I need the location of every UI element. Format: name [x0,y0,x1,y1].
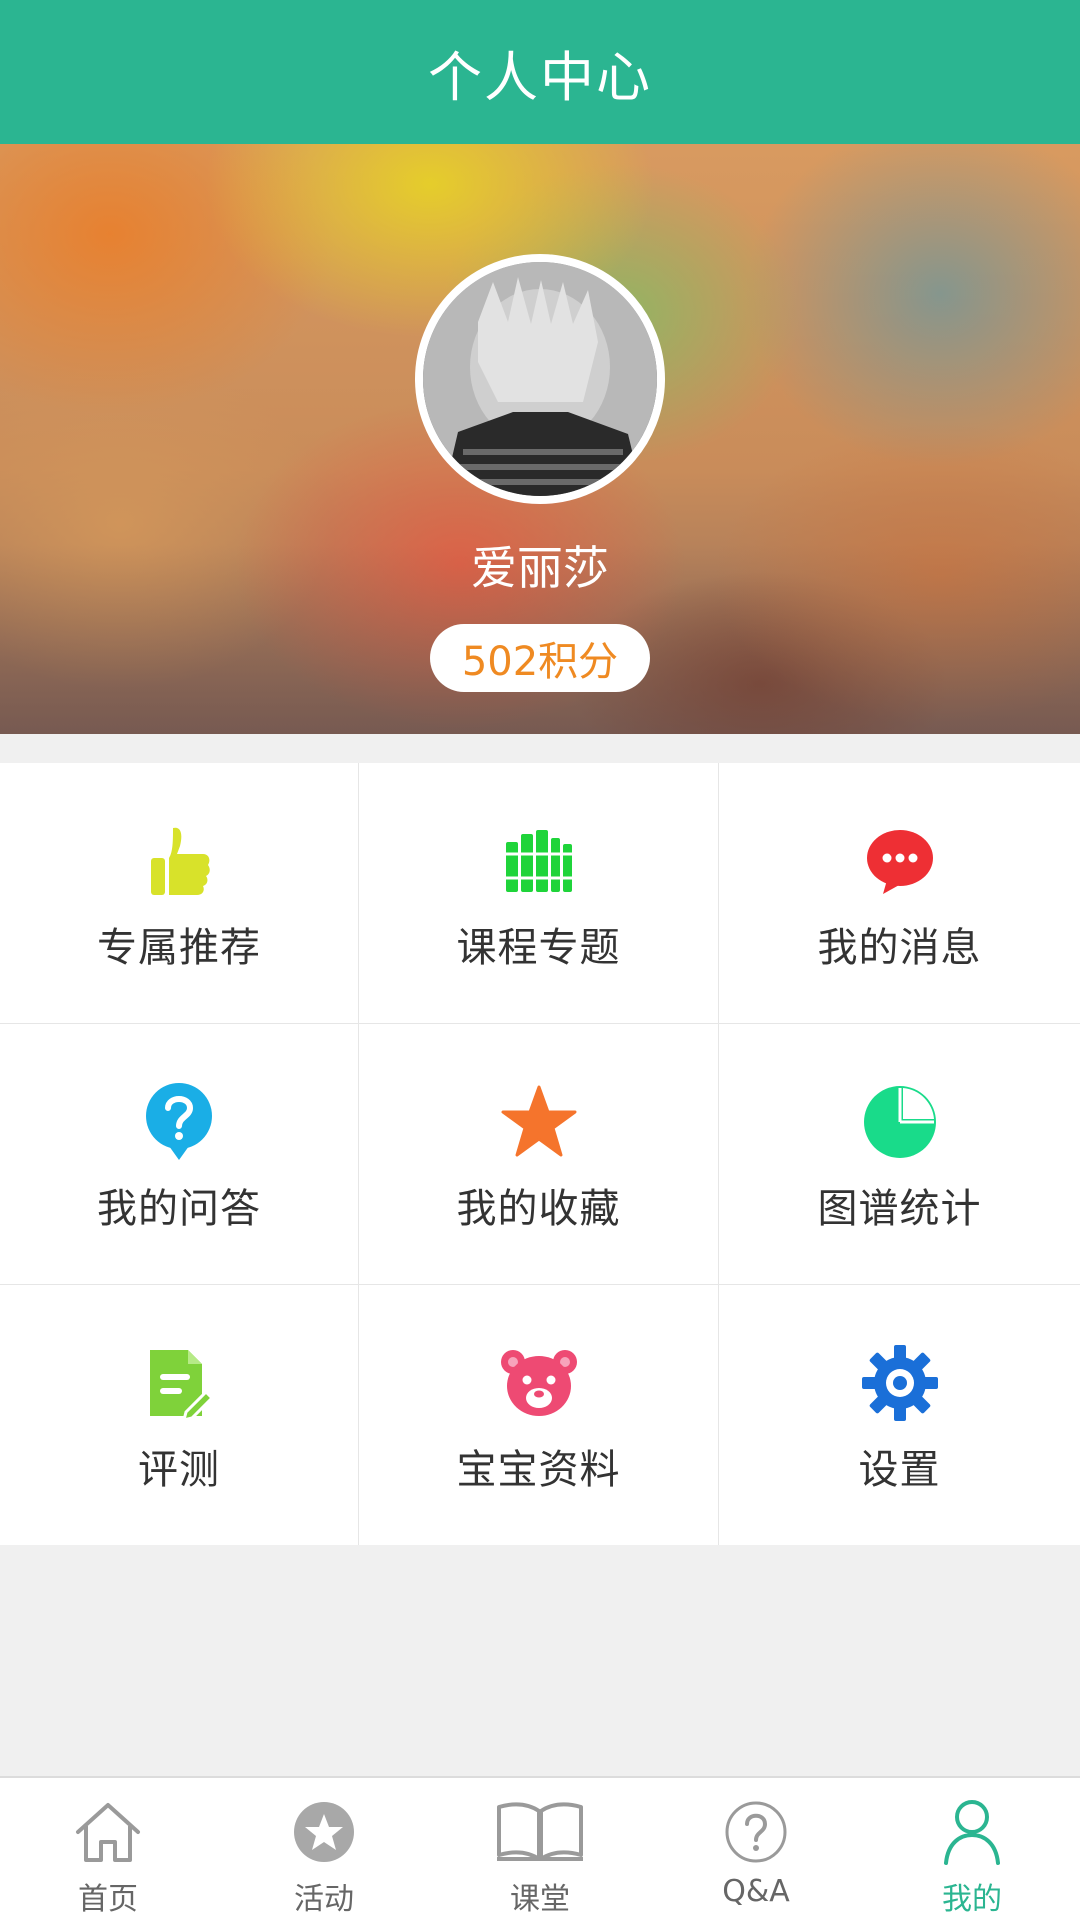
tab-label: 我的 [942,1882,1002,1917]
menu-item-my-qa[interactable]: 我的问答 [0,1024,359,1285]
tab-mine[interactable]: 我的 [864,1778,1080,1920]
page-title: 个人中心 [428,45,652,109]
profile-banner: 爱丽莎 502积分 [0,144,1080,734]
menu-item-messages[interactable]: 我的消息 [719,763,1080,1024]
message-bubble-icon [860,821,940,901]
menu-item-evaluation[interactable]: 评测 [0,1285,359,1545]
pie-chart-icon [860,1082,940,1162]
menu-item-settings[interactable]: 设置 [719,1285,1080,1545]
open-book-icon [495,1792,585,1872]
menu-item-baby-profile[interactable]: 宝宝资料 [359,1285,719,1545]
tab-label: Q&A [722,1874,790,1909]
tab-home[interactable]: 首页 [0,1778,216,1920]
menu-item-recommend[interactable]: 专属推荐 [0,763,359,1024]
tab-label: 活动 [294,1882,354,1917]
tab-label: 首页 [78,1882,138,1917]
menu-item-chart-stats[interactable]: 图谱统计 [719,1024,1080,1285]
tab-label: 课堂 [510,1882,570,1917]
menu-item-label: 设置 [858,1447,941,1493]
menu-item-label: 宝宝资料 [456,1447,621,1493]
tab-activities[interactable]: 活动 [216,1778,432,1920]
menu-item-label: 我的消息 [817,925,982,971]
avatar[interactable] [415,254,665,504]
menu-item-label: 评测 [138,1447,220,1493]
menu-item-label: 图谱统计 [817,1186,982,1232]
avatar-photo [423,262,657,496]
username: 爱丽莎 [471,541,609,595]
menu-item-favorites[interactable]: 我的收藏 [359,1024,719,1285]
person-icon [927,1792,1017,1872]
menu-item-label: 专属推荐 [97,925,261,971]
feature-grid: 专属推荐 课程专题 我的消息 我的问答 我的收藏 图谱统计 评测 宝宝资料 设置 [0,763,1080,1545]
bottom-tab-bar: 首页 活动 课堂 Q&A 我的 [0,1776,1080,1920]
menu-item-label: 我的收藏 [456,1186,621,1232]
star-icon [499,1082,579,1162]
question-circle-icon [711,1792,801,1872]
question-bubble-icon [139,1082,219,1162]
tab-qa[interactable]: Q&A [648,1778,864,1920]
evaluation-document-icon [139,1343,219,1423]
star-circle-icon [279,1792,369,1872]
menu-item-course-topics[interactable]: 课程专题 [359,763,719,1024]
menu-item-label: 我的问答 [97,1186,261,1232]
books-icon [499,821,579,901]
gear-icon [860,1343,940,1423]
points-badge[interactable]: 502积分 [430,624,650,692]
teddy-bear-icon [499,1343,579,1423]
thumbs-up-icon [139,821,219,901]
menu-item-label: 课程专题 [456,925,621,971]
tab-classroom[interactable]: 课堂 [432,1778,648,1920]
home-icon [63,1792,153,1872]
page-header: 个人中心 [0,0,1080,144]
